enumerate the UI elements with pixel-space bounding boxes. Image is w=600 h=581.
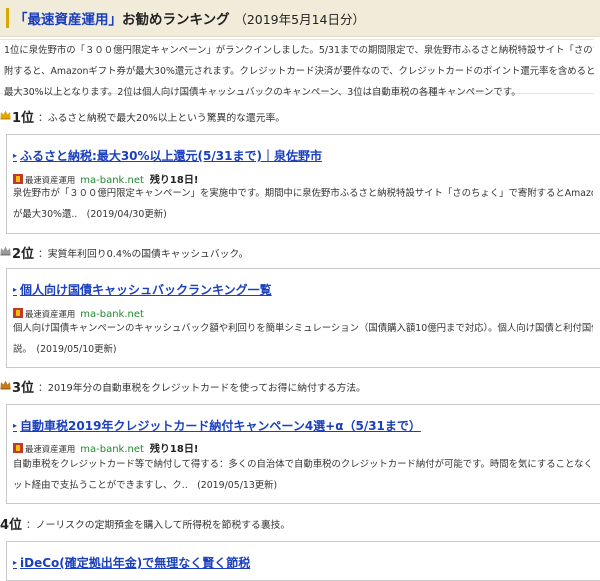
summary-line: 説。 (2019/05/10更新)	[13, 344, 117, 355]
rank-2-heading: 2位 ：実質年利回り0.4%の国債キャッシュバック。	[0, 243, 600, 263]
rank-number: 1位	[12, 111, 35, 126]
rank-number: 2位	[12, 247, 35, 262]
summary-line: 個人向け国債キャンペーンのキャッシュバック額や利回りを簡単シミュレーション（国債…	[13, 323, 593, 334]
rank-3-card: 自動車税2019年クレジットカード納付キャンペーン4選+α（5/31まで） 最速…	[6, 404, 600, 504]
rank-2-card: 個人向け国債キャッシュバックランキング一覧 最速資産運用ma-bank.net …	[6, 268, 600, 368]
gold-crown-icon	[0, 110, 11, 120]
summary-line: が最大30%還.. (2019/04/30更新)	[13, 209, 167, 220]
rank-description: ：実質年利回り0.4%の国債キャッシュバック。	[38, 249, 249, 260]
summary-line: 自動車税をクレジットカード等で納付して得する：多くの自治体で自動車税のクレジット…	[13, 459, 593, 470]
article-link[interactable]: ふるさと納税:最大30%以上還元(5/31まで)｜泉佐野市	[13, 147, 322, 164]
article-summary: 泉佐野市が「３００億円限定キャンペーン」を実施中です。期間中に泉佐野市ふるさと納…	[13, 183, 593, 225]
title-site-name[interactable]: 「最速資産運用」	[14, 12, 122, 28]
title-date: （2019年5月14日分）	[234, 12, 365, 27]
rank-3-heading: 3位 ：2019年分の自動車税をクレジットカードを使ってお得に納付する方法。	[0, 377, 600, 397]
article-meta: 最速資産運用 ma-bank.net	[13, 302, 144, 320]
intro-line: 1位に泉佐野市の「３００億円限定キャンペーン」がランクインしました。5/31まで…	[4, 45, 594, 56]
site-name: 最速資産運用	[25, 444, 76, 454]
title-text: お勧めランキング	[122, 12, 230, 28]
rank-description: ：ノーリスクの定期預金を購入して所得税を節税する裏技。	[26, 520, 291, 531]
article-summary: 自動車税をクレジットカード等で納付して得する：多くの自治体で自動車税のクレジット…	[13, 454, 593, 496]
header-accent-bar	[6, 8, 9, 28]
ranking-header: 「最速資産運用」お勧めランキング （2019年5月14日分）	[0, 0, 600, 37]
article-summary: 個人向け国債キャンペーンのキャッシュバック額や利回りを簡単シミュレーション（国債…	[13, 318, 593, 360]
intro-text: 1位に泉佐野市の「３００億円限定キャンペーン」がランクインしました。5/31まで…	[0, 39, 594, 98]
rank-description: ：ふるさと納税で最大20%以上という驚異的な還元率。	[38, 113, 286, 124]
site-logo-icon	[13, 308, 23, 318]
intro-line: 最大30%以上となります。2位は個人向け国債キャッシュバックのキャンペーン、3位…	[4, 87, 521, 98]
intro-line: 附すると、Amazonギフト券が最大30%還元されます。クレジットカード決済が要…	[4, 66, 594, 77]
rank-4-heading: 4位 ：ノーリスクの定期預金を購入して所得税を節税する裏技。	[0, 514, 600, 534]
rank-number: 4位	[0, 518, 23, 533]
rank-description: ：2019年分の自動車税をクレジットカードを使ってお得に納付する方法。	[38, 383, 366, 394]
summary-line: ット経由で支払うことができますし、ク.. (2019/05/13更新)	[13, 480, 278, 491]
article-link[interactable]: 個人向け国債キャッシュバックランキング一覧	[13, 281, 272, 298]
silver-crown-icon	[0, 246, 11, 256]
rank-1-card: ふるさと納税:最大30%以上還元(5/31まで)｜泉佐野市 最速資産運用ma-b…	[6, 134, 600, 234]
bronze-crown-icon	[0, 380, 11, 390]
article-meta: 最速資産運用 ma-bank.net 残り18日!	[13, 168, 198, 186]
article-meta: 最速資産運用 ma-bank.net 残り18日!	[13, 437, 198, 455]
rank-4-card: iDeCo(確定拠出年金)で無理なく賢く節税	[6, 541, 600, 581]
rank-number: 3位	[12, 381, 35, 396]
site-logo-icon	[13, 443, 23, 453]
page-title: 「最速資産運用」お勧めランキング （2019年5月14日分）	[14, 8, 365, 28]
summary-line: 泉佐野市が「３００億円限定キャンペーン」を実施中です。期間中に泉佐野市ふるさと納…	[13, 188, 593, 199]
article-link[interactable]: 自動車税2019年クレジットカード納付キャンペーン4選+α（5/31まで）	[13, 417, 421, 434]
rank-1-heading: 1位 ：ふるさと納税で最大20%以上という驚異的な還元率。	[0, 107, 600, 127]
